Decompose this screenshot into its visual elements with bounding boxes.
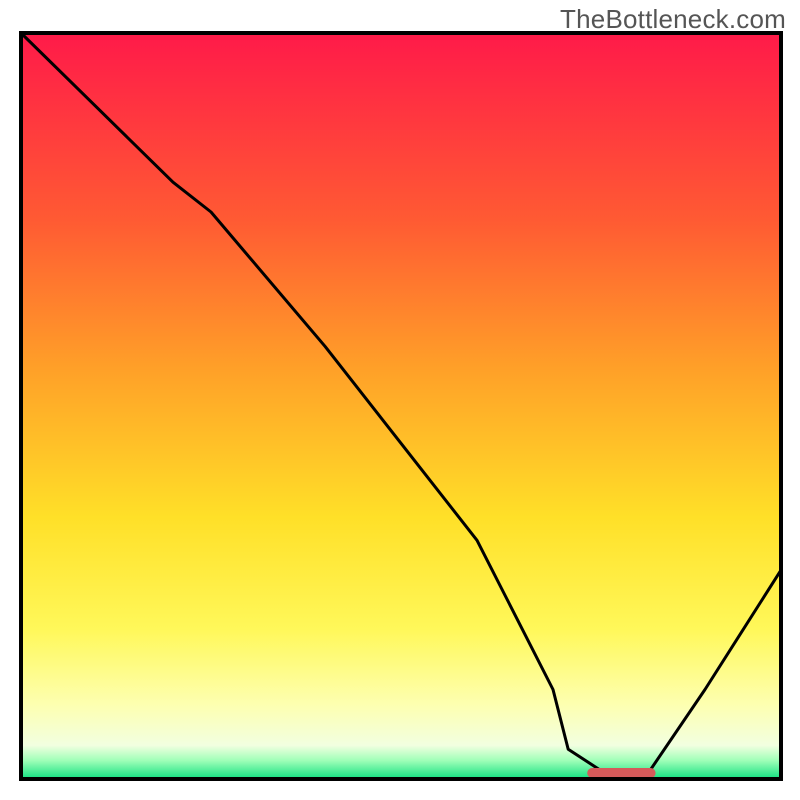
watermark-text: TheBottleneck.com bbox=[560, 4, 786, 35]
optimal-marker bbox=[587, 768, 655, 778]
chart-svg bbox=[0, 0, 800, 800]
bottleneck-chart: TheBottleneck.com bbox=[0, 0, 800, 800]
